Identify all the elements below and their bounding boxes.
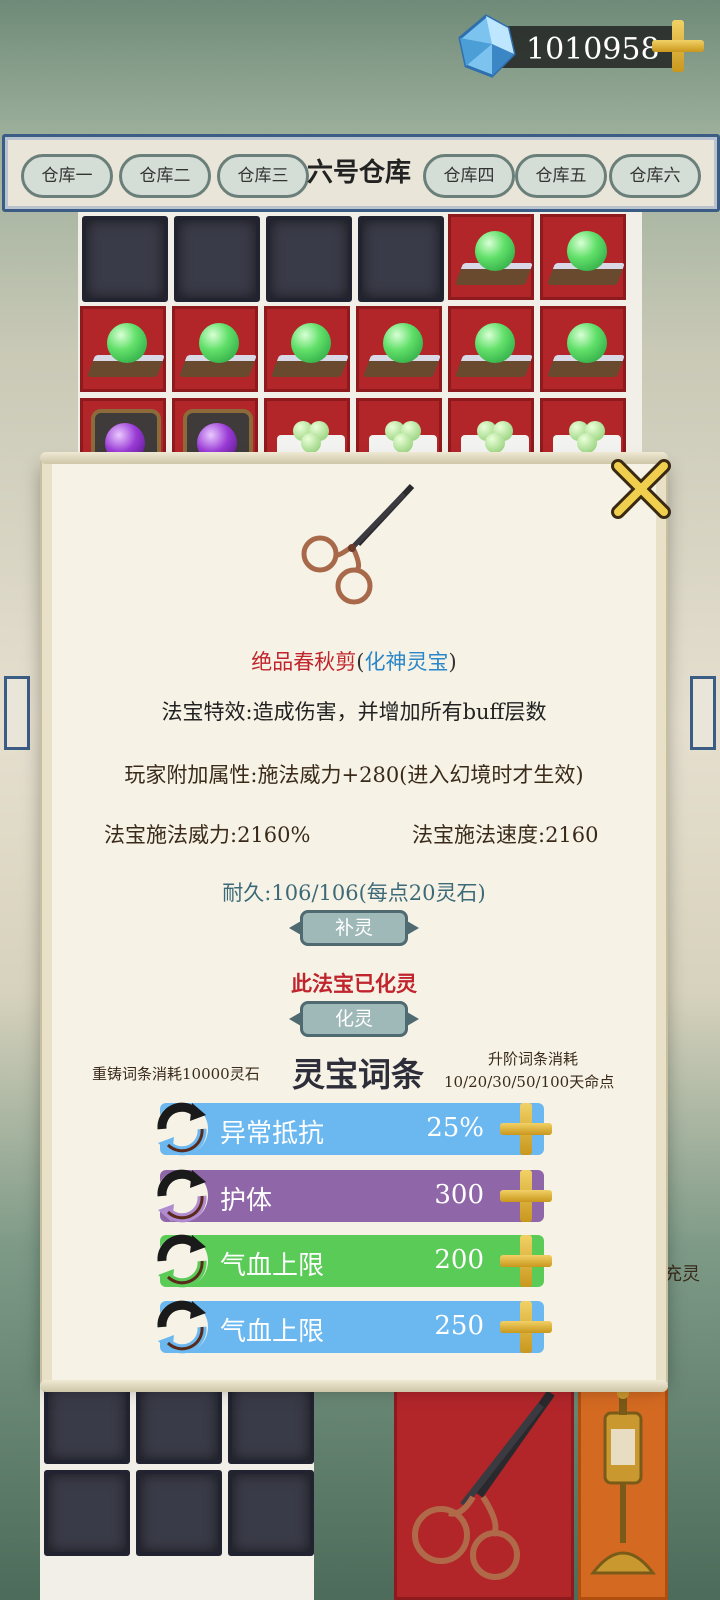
affix-label: 异常抵抗 bbox=[220, 1119, 325, 1149]
tab-warehouse-3[interactable]: 仓库三 bbox=[217, 154, 309, 198]
inventory-slot-green-orb[interactable] bbox=[448, 306, 534, 392]
tab-warehouse-4[interactable]: 仓库四 bbox=[423, 154, 515, 198]
inventory-slot-green-orb[interactable] bbox=[540, 306, 626, 392]
affix-row: 气血上限 250 bbox=[156, 1300, 552, 1354]
inventory-slot-green-orb[interactable] bbox=[448, 214, 534, 300]
affix-row: 异常抵抗 25% bbox=[156, 1102, 552, 1156]
inventory-slot-green-orb[interactable] bbox=[356, 306, 442, 392]
tab-warehouse-6[interactable]: 仓库六 bbox=[609, 154, 701, 198]
inventory-slot-green-orb[interactable] bbox=[540, 214, 626, 300]
replenish-side-label[interactable]: 充灵 bbox=[664, 1260, 700, 1286]
reforge-cost: 重铸词条消耗10000灵石 bbox=[92, 1065, 260, 1083]
item-name: 绝品春秋剪 bbox=[251, 650, 357, 674]
prayer-wheel-icon bbox=[589, 1387, 657, 1575]
affix-row: 气血上限 200 bbox=[156, 1234, 552, 1288]
upgrade-cost-label: 升阶词条消耗 bbox=[487, 1050, 578, 1068]
green-orb-icon bbox=[475, 231, 515, 271]
tab-warehouse-2[interactable]: 仓库二 bbox=[119, 154, 211, 198]
inventory-slot-empty[interactable] bbox=[266, 216, 352, 302]
replenish-button[interactable]: 补灵 bbox=[300, 910, 408, 946]
inventory-slot-empty[interactable] bbox=[358, 216, 444, 302]
green-orb-icon bbox=[475, 323, 515, 363]
upgrade-affix-plus-icon[interactable] bbox=[496, 1099, 556, 1159]
inventory-slot-green-orb[interactable] bbox=[172, 306, 258, 392]
cast-power: 法宝施法威力:2160% bbox=[104, 823, 311, 847]
awakened-status: 此法宝已化灵 bbox=[291, 971, 417, 996]
item-title: 绝品春秋剪(化神灵宝) bbox=[42, 646, 666, 676]
affix-label: 护体 bbox=[220, 1186, 273, 1216]
player-attribute: 玩家附加属性:施法威力+280(进入幻境时才生效) bbox=[124, 763, 584, 787]
upgrade-affix-plus-icon[interactable] bbox=[496, 1166, 556, 1226]
item-grade: 化神灵宝 bbox=[364, 650, 449, 674]
left-frame-edge bbox=[4, 676, 30, 750]
paren-close: ) bbox=[448, 650, 457, 674]
green-orb-icon bbox=[199, 323, 239, 363]
affix-label: 气血上限 bbox=[220, 1317, 325, 1347]
currency-amount: 1010958 bbox=[526, 32, 660, 67]
right-frame-edge bbox=[690, 676, 716, 750]
equipment-slot-empty[interactable] bbox=[44, 1470, 130, 1556]
scissors-icon bbox=[412, 1390, 555, 1580]
affix-value: 300 bbox=[434, 1180, 484, 1210]
tab-warehouse-5[interactable]: 仓库五 bbox=[515, 154, 607, 198]
durability: 耐久:106/106(每点20灵石) bbox=[222, 881, 486, 905]
affix-row: 护体 300 bbox=[156, 1169, 552, 1223]
equipped-prayer-wheel-slot[interactable] bbox=[578, 1380, 668, 1600]
inventory-slot-green-orb[interactable] bbox=[264, 306, 350, 392]
cast-speed: 法宝施法速度:2160 bbox=[412, 823, 599, 847]
inventory-slot-green-orb[interactable] bbox=[80, 306, 166, 392]
paren-open: ( bbox=[356, 650, 365, 674]
tab-warehouse-active[interactable]: 六号仓库 bbox=[305, 154, 413, 198]
green-orb-icon bbox=[291, 323, 331, 363]
entries-title: 灵宝词条 bbox=[292, 1055, 424, 1094]
affix-label: 气血上限 bbox=[220, 1251, 325, 1281]
green-orb-icon bbox=[383, 323, 423, 363]
green-orb-icon bbox=[107, 323, 147, 363]
reforge-cycle-icon[interactable] bbox=[152, 1099, 212, 1159]
upgrade-affix-plus-icon[interactable] bbox=[496, 1231, 556, 1291]
green-orb-icon bbox=[567, 323, 607, 363]
affix-value: 250 bbox=[434, 1311, 484, 1341]
equipment-slot-empty[interactable] bbox=[228, 1470, 314, 1556]
inventory-slot-empty[interactable] bbox=[174, 216, 260, 302]
affix-value: 25% bbox=[426, 1113, 484, 1143]
warehouse-tab-bar: 仓库一 仓库二 仓库三 六号仓库 仓库四 仓库五 仓库六 bbox=[2, 134, 720, 212]
item-effect: 法宝特效:造成伤害，并增加所有buff层数 bbox=[161, 700, 547, 724]
green-orb-icon bbox=[567, 231, 607, 271]
inventory-slot-empty[interactable] bbox=[82, 216, 168, 302]
awaken-button[interactable]: 化灵 bbox=[300, 1001, 408, 1037]
equipment-slot-empty[interactable] bbox=[136, 1470, 222, 1556]
equipped-scissors-slot[interactable] bbox=[394, 1380, 574, 1600]
upgrade-cost-values: 10/20/30/50/100天命点 bbox=[444, 1073, 615, 1091]
reforge-cycle-icon[interactable] bbox=[152, 1166, 212, 1226]
reforge-cycle-icon[interactable] bbox=[152, 1231, 212, 1291]
crystal-icon bbox=[458, 14, 516, 78]
currency-bar: 1010958 bbox=[456, 14, 710, 78]
upgrade-affix-plus-icon[interactable] bbox=[496, 1297, 556, 1357]
add-currency-plus-icon[interactable] bbox=[648, 16, 708, 76]
affix-value: 200 bbox=[434, 1245, 484, 1275]
close-icon[interactable] bbox=[608, 456, 674, 522]
tab-warehouse-1[interactable]: 仓库一 bbox=[21, 154, 113, 198]
scissors-icon bbox=[301, 483, 415, 605]
reforge-cycle-icon[interactable] bbox=[152, 1297, 212, 1357]
